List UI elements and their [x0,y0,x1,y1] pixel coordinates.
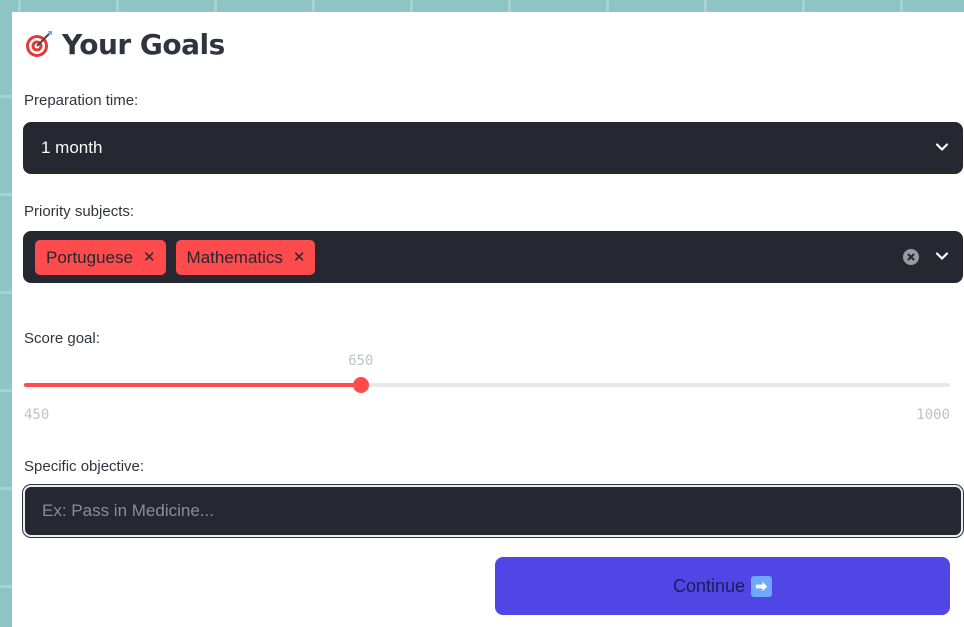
tag-portuguese: Portuguese ✕ [35,240,166,275]
slider-min-label: 450 [24,407,50,423]
slider-current-value: 650 [348,353,374,369]
target-dart-icon [26,31,52,57]
priority-subjects-label: Priority subjects: [24,203,135,220]
selected-tags: Portuguese ✕ Mathematics ✕ [35,240,316,275]
chevron-down-icon[interactable] [935,140,949,154]
remove-tag-icon[interactable]: ✕ [143,250,156,265]
score-goal-label: Score goal: [24,330,100,347]
tag-label: Portuguese [46,247,133,267]
tag-mathematics: Mathematics ✕ [175,240,316,275]
preparation-time-value: 1 month [41,138,103,157]
clear-all-icon[interactable] [903,249,919,265]
slider-fill [24,383,361,387]
tag-label: Mathematics [186,247,283,267]
score-goal-slider[interactable]: 650 [24,353,950,393]
preparation-time-select[interactable]: 1 month [23,122,963,174]
slider-thumb[interactable] [352,377,369,393]
chevron-down-icon[interactable] [935,249,949,263]
continue-button[interactable]: Continue [495,557,950,615]
preparation-time-label: Preparation time: [24,92,139,109]
page-title-text: Your Goals [62,27,225,61]
right-arrow-icon [751,575,773,597]
remove-tag-icon[interactable]: ✕ [293,250,306,265]
goals-form: Your Goals Preparation time: 1 month Pri… [12,12,964,627]
specific-objective-label: Specific objective: [24,458,145,475]
slider-max-label: 1000 [916,407,950,423]
page-title: Your Goals [24,22,225,66]
priority-subjects-multiselect[interactable]: Portuguese ✕ Mathematics ✕ [23,231,963,283]
continue-button-label: Continue [672,575,746,596]
specific-objective-input[interactable] [23,485,963,537]
